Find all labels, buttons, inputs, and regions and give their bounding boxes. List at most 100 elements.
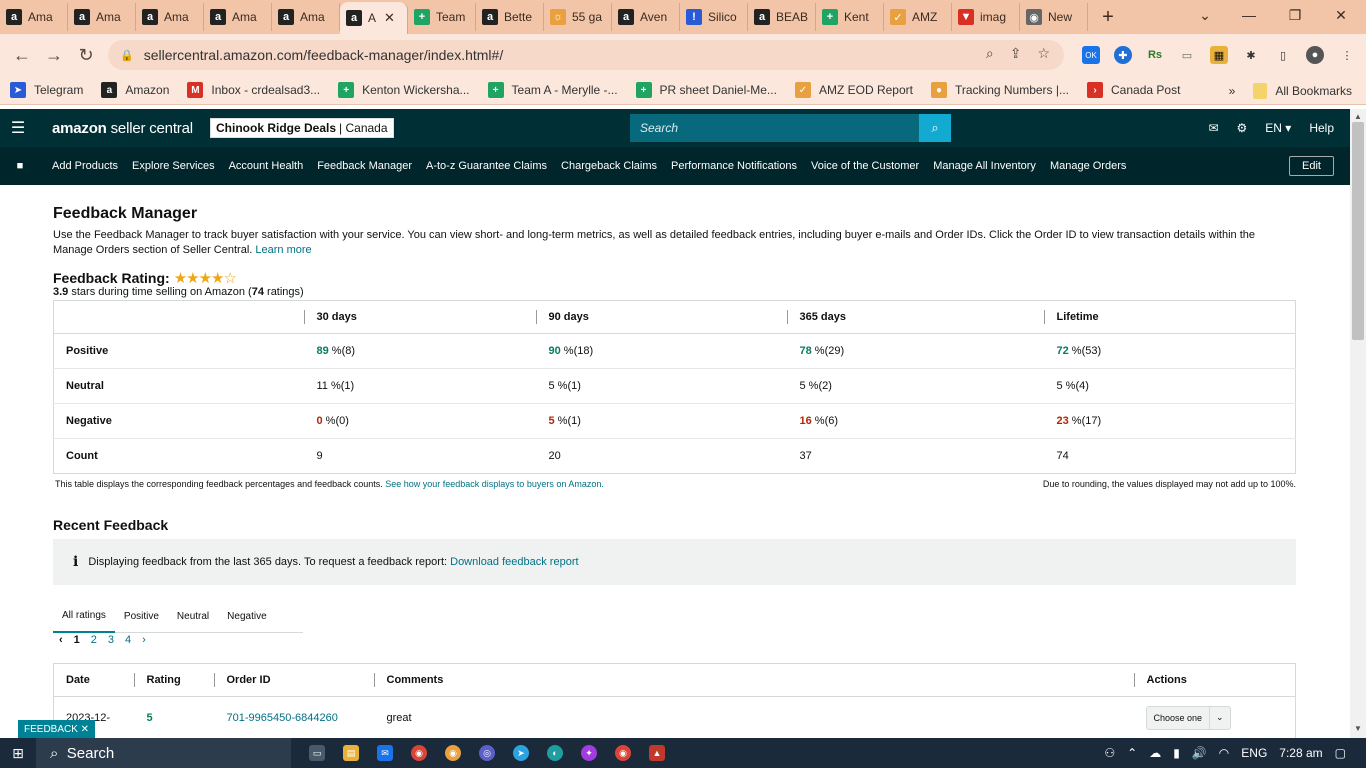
zoom-icon[interactable]: ◎ — [479, 745, 495, 761]
bookmark-item[interactable]: a Amazon — [101, 82, 169, 98]
close-window-icon[interactable]: ✕ — [1318, 0, 1364, 30]
bookmark-item[interactable]: M Inbox - crdealsad3... — [187, 82, 320, 98]
edit-button[interactable]: Edit — [1289, 156, 1334, 176]
bookmark-item[interactable]: › Canada Post — [1087, 82, 1180, 98]
chrome-icon[interactable]: ◉ — [411, 745, 427, 761]
windows-start-icon[interactable]: ⊞ — [0, 745, 36, 762]
menu-icon[interactable]: ⋮ — [1338, 46, 1356, 64]
nav-link[interactable]: Manage All Inventory — [933, 160, 1036, 172]
sidepanel-icon[interactable]: ▯ — [1274, 46, 1292, 64]
mail-icon[interactable]: ✉ — [377, 745, 393, 761]
scroll-up-icon[interactable]: ▲ — [1352, 112, 1364, 121]
wifi-icon[interactable]: ◠ — [1219, 746, 1229, 760]
reload-icon[interactable]: ↻ — [70, 45, 102, 66]
bookmark-item[interactable]: + PR sheet Daniel-Me... — [635, 82, 777, 98]
rs-extension-icon[interactable]: Rs — [1146, 46, 1164, 64]
browser-tab[interactable]: a Ama — [136, 3, 204, 31]
seller-central-logo[interactable]: amazon seller central — [52, 120, 193, 137]
nav-link[interactable]: Performance Notifications — [671, 160, 797, 172]
task-view-icon[interactable]: ▭ — [309, 745, 325, 761]
page-link[interactable]: 1 — [74, 634, 80, 646]
browser-tab[interactable]: + Kent — [816, 3, 884, 31]
browser-tab[interactable]: + Team — [408, 3, 476, 31]
browser-tab[interactable]: a Ama — [272, 3, 340, 31]
browser-tab[interactable]: a Bette — [476, 3, 544, 31]
clock[interactable]: 7:28 am — [1279, 746, 1322, 760]
bookmark-item[interactable]: ● Tracking Numbers |... — [930, 82, 1069, 98]
url-input[interactable]: 🔒 sellercentral.amazon.com/feedback-mana… — [108, 40, 1064, 70]
bookmarks-overflow-icon[interactable]: » — [1229, 84, 1236, 98]
tab-negative[interactable]: Negative — [218, 600, 275, 633]
browser-tab[interactable]: a Ama — [0, 3, 68, 31]
new-tab-button[interactable]: + — [1088, 6, 1128, 29]
nav-link[interactable]: Manage Orders — [1050, 160, 1126, 172]
page-link[interactable]: 4 — [125, 634, 131, 646]
browser-tab[interactable]: ◉ New — [1020, 3, 1088, 31]
scrollbar-thumb[interactable] — [1352, 122, 1364, 340]
back-icon[interactable]: ← — [6, 45, 38, 66]
extension-icon[interactable]: ▦ — [1210, 46, 1228, 64]
page-link[interactable]: 3 — [108, 634, 114, 646]
zoom-icon[interactable]: ⌕ — [986, 45, 994, 62]
ok-extension-icon[interactable]: OK — [1082, 46, 1100, 64]
network-icon[interactable]: ☁ — [1149, 746, 1161, 760]
next-page-icon[interactable]: › — [142, 634, 146, 646]
nav-link[interactable]: A-to-z Guarantee Claims — [426, 160, 547, 172]
order-id-link[interactable]: 701-9965450-6844260 — [214, 697, 374, 739]
app-icon[interactable]: ▲ — [649, 745, 665, 761]
file-explorer-icon[interactable]: ▤ — [343, 745, 359, 761]
nav-link[interactable]: Voice of the Customer — [811, 160, 919, 172]
feedback-widget-button[interactable]: FEEDBACK ✕ — [18, 720, 96, 738]
nav-link[interactable]: Account Health — [229, 160, 304, 172]
forward-icon[interactable]: → — [38, 45, 70, 66]
speaker-icon[interactable]: 🔊 — [1192, 746, 1207, 760]
extension-icon[interactable]: ▭ — [1178, 46, 1196, 64]
share-icon[interactable]: ⇪ — [1010, 45, 1022, 62]
nav-link[interactable]: Chargeback Claims — [561, 160, 657, 172]
extension-icon[interactable]: ✚ — [1114, 46, 1132, 64]
battery-icon[interactable]: ▮ — [1173, 746, 1180, 760]
nav-link[interactable]: Feedback Manager — [317, 160, 412, 172]
scroll-down-icon[interactable]: ▼ — [1352, 724, 1364, 733]
language-selector[interactable]: EN ▾ — [1265, 121, 1291, 135]
close-tab-icon[interactable]: ✕ — [384, 10, 395, 26]
browser-tab[interactable]: ✓ AMZ — [884, 3, 952, 31]
browser-tab[interactable]: a Aven — [612, 3, 680, 31]
prev-page-icon[interactable]: ‹ — [59, 634, 63, 646]
tab-positive[interactable]: Positive — [115, 600, 168, 633]
restore-icon[interactable]: ❐ — [1272, 0, 1318, 30]
tab-neutral[interactable]: Neutral — [168, 600, 218, 633]
order-id-link-text[interactable]: 701-9965450-6844260 — [227, 712, 338, 724]
see-feedback-display-link[interactable]: See how your feedback displays to buyers… — [385, 479, 604, 489]
gear-icon[interactable]: ⚙ — [1237, 121, 1248, 135]
search-icon[interactable]: ⌕ — [919, 114, 951, 142]
chrome-icon[interactable]: ◉ — [615, 745, 631, 761]
puzzle-icon[interactable]: ✱ — [1242, 46, 1260, 64]
all-bookmarks[interactable]: All Bookmarks — [1253, 82, 1352, 99]
learn-more-link[interactable]: Learn more — [255, 244, 311, 256]
edge-icon[interactable]: ◐ — [547, 745, 563, 761]
messenger-icon[interactable]: ✦ — [581, 745, 597, 761]
browser-tab[interactable]: ☼ 55 ga — [544, 3, 612, 31]
mail-icon[interactable]: ✉ — [1208, 121, 1218, 135]
chrome-icon[interactable]: ◉ — [445, 745, 461, 761]
minimize-icon[interactable]: — — [1226, 0, 1272, 30]
bookmark-item[interactable]: ➤ Telegram — [10, 82, 83, 98]
search-input[interactable]: Search — [630, 114, 920, 142]
nav-link[interactable]: Add Products — [52, 160, 118, 172]
bookmark-star-icon[interactable]: ☆ — [1037, 45, 1050, 62]
people-icon[interactable]: ⚇ — [1104, 746, 1115, 760]
hamburger-menu-icon[interactable]: ☰ — [0, 118, 36, 138]
nav-link[interactable]: Explore Services — [132, 160, 215, 172]
bookmark-item[interactable]: ✓ AMZ EOD Report — [794, 82, 913, 98]
browser-tab[interactable]: a A ✕ — [340, 2, 408, 34]
browser-tab[interactable]: a Ama — [68, 3, 136, 31]
bookmark-item[interactable]: + Team A - Merylle -... — [487, 82, 618, 98]
bookmark-item[interactable]: + Kenton Wickersha... — [338, 82, 470, 98]
tab-all-ratings[interactable]: All ratings — [53, 600, 115, 633]
browser-tab[interactable]: a BEAB — [748, 3, 816, 31]
page-link[interactable]: 2 — [91, 634, 97, 646]
bookmark-pin-icon[interactable]: ■ — [0, 160, 40, 172]
chevron-up-icon[interactable]: ⌃ — [1127, 746, 1137, 760]
notifications-icon[interactable]: ▢ — [1335, 746, 1346, 760]
